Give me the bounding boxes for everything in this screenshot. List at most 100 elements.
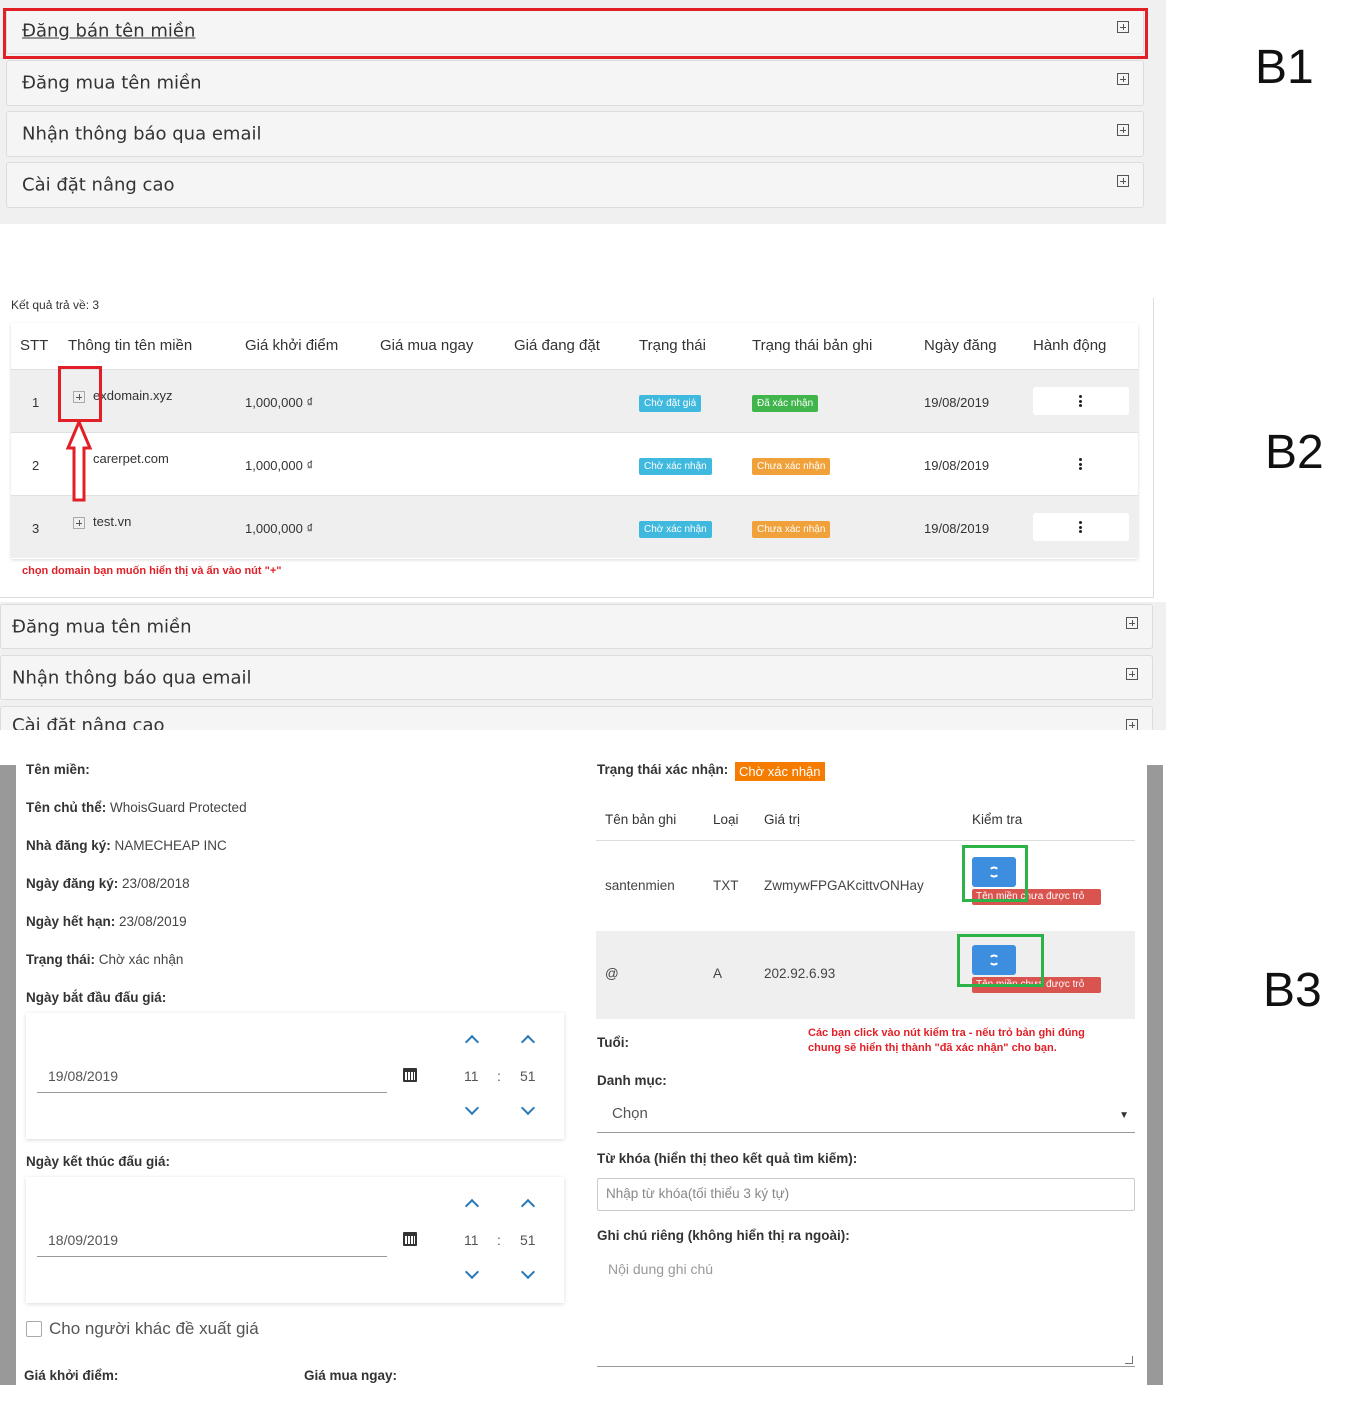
step-label-b1: B1 — [1255, 41, 1314, 94]
arrow-up-icon — [66, 420, 92, 502]
record-status-badge: Chưa xác nhận — [752, 521, 831, 538]
end-datetime-picker: 18/09/2019 11 : 51 — [26, 1177, 564, 1303]
minute-up-icon[interactable] — [520, 1198, 536, 1214]
expand-icon[interactable] — [1117, 175, 1129, 187]
record-status-badge: Chưa xác nhận — [752, 458, 831, 475]
more-vertical-icon — [1079, 458, 1082, 470]
expand-icon[interactable] — [1117, 124, 1129, 136]
age-label: Tuổi: — [597, 1035, 629, 1050]
col-header: STT — [20, 337, 49, 354]
row-index: 1 — [32, 395, 40, 410]
expand-row-icon[interactable] — [73, 517, 85, 529]
hour-value[interactable]: 11 — [464, 1068, 479, 1084]
col-header: Thông tin tên miền — [68, 337, 193, 354]
accordion-buy-title: Đăng mua tên miền — [12, 616, 192, 637]
step-label-b2: B2 — [1265, 426, 1324, 479]
minute-value[interactable]: 51 — [520, 1232, 536, 1248]
col-header: Loại — [713, 812, 739, 827]
accordion-advanced[interactable]: Cài đặt nâng cao — [0, 706, 1153, 730]
col-header: Trạng thái — [639, 337, 706, 354]
expand-icon[interactable] — [1126, 617, 1138, 629]
table-row: 3 test.vn 1,000,000 ₫ Chờ xác nhận Chưa … — [11, 495, 1138, 558]
table-row: 1 exdomain.xyz 1,000,000 ₫ Chờ đặt giá Đ… — [11, 369, 1138, 432]
domain-name: exdomain.xyz — [93, 388, 173, 403]
record-name: santenmien — [605, 878, 675, 893]
scroll-gutter — [0, 765, 16, 1385]
start-price: 1,000,000 ₫ — [245, 521, 314, 536]
col-header: Giá mua ngay — [380, 337, 474, 354]
end-date-input[interactable]: 18/09/2019 — [37, 1227, 387, 1257]
expand-icon[interactable] — [1126, 668, 1138, 680]
hint-text: Các bạn click vào nút kiểm tra - nếu trỏ… — [808, 1027, 1085, 1054]
time-separator: : — [497, 1068, 501, 1084]
expand-icon[interactable] — [1117, 73, 1129, 85]
accordion-advanced-title: Cài đặt nâng cao — [22, 174, 175, 196]
allow-offer-checkbox[interactable] — [26, 1321, 42, 1337]
domain-name: carerpet.com — [93, 451, 169, 466]
start-date-input[interactable]: 19/08/2019 — [37, 1063, 387, 1093]
keyword-input[interactable]: Nhập từ khóa(tối thiểu 3 ký tự) — [597, 1178, 1135, 1211]
hour-down-icon[interactable] — [464, 1100, 480, 1116]
hour-up-icon[interactable] — [464, 1034, 480, 1050]
scroll-gutter — [1147, 765, 1163, 1385]
domain-table: STT Thông tin tên miền Giá khởi điểm Giá… — [11, 323, 1138, 559]
row-index: 3 — [32, 521, 40, 536]
action-menu-button[interactable] — [1033, 387, 1129, 415]
category-select[interactable]: Chọn ▼ — [597, 1097, 1135, 1133]
hour-value[interactable]: 11 — [464, 1232, 479, 1248]
record-type: A — [713, 966, 723, 981]
expand-icon[interactable] — [1126, 719, 1138, 730]
time-separator: : — [497, 1232, 501, 1248]
minute-up-icon[interactable] — [520, 1034, 536, 1050]
highlight-box — [957, 934, 1044, 987]
hint-text: chọn domain bạn muốn hiển thị và ấn vào … — [22, 565, 282, 577]
start-datetime-picker: 19/08/2019 11 : 51 — [26, 1013, 564, 1139]
dns-record-row: santenmien TXT ZwmywFPGAKcittvONHay Tên … — [596, 843, 1135, 931]
accordion-email-notify[interactable]: Nhận thông báo qua email — [0, 655, 1153, 700]
highlight-box — [962, 845, 1028, 902]
row-index: 2 — [32, 458, 40, 473]
action-menu-button[interactable] — [1033, 450, 1129, 478]
buy-now-label: Giá mua ngay: — [304, 1368, 398, 1383]
col-header: Giá khởi điểm — [245, 337, 339, 354]
reg-date-field: Ngày đăng ký: 23/08/2018 — [26, 876, 190, 891]
accordion-advanced-title: Cài đặt nâng cao — [12, 715, 165, 730]
result-count: Kết quả trả về: 3 — [11, 298, 100, 312]
category-label: Danh mục: — [597, 1073, 667, 1088]
verify-status-label: Trạng thái xác nhận: — [597, 762, 729, 777]
step-label-b3: B3 — [1263, 964, 1322, 1017]
calendar-icon[interactable] — [403, 1232, 417, 1246]
calendar-icon[interactable] — [403, 1068, 417, 1082]
more-vertical-icon — [1079, 395, 1082, 407]
status-badge: Chờ xác nhận — [639, 521, 712, 538]
keyword-label: Từ khóa (hiển thị theo kết quả tìm kiếm)… — [597, 1151, 858, 1166]
divider — [596, 840, 1135, 841]
accordion-buy-domain[interactable]: Đăng mua tên miền — [6, 60, 1144, 106]
hour-up-icon[interactable] — [464, 1198, 480, 1214]
col-header: Giá đang đặt — [514, 337, 600, 354]
status-field: Trạng thái: Chờ xác nhận — [26, 952, 184, 967]
exp-date-field: Ngày hết hạn: 23/08/2019 — [26, 914, 187, 929]
status-badge: Chờ đặt giá — [639, 395, 702, 412]
domain-field: Tên miền: — [26, 762, 90, 777]
accordion-buy-domain[interactable]: Đăng mua tên miền — [0, 604, 1153, 649]
minute-down-icon[interactable] — [520, 1264, 536, 1280]
accordion-email-title: Nhận thông báo qua email — [22, 123, 262, 145]
record-type: TXT — [713, 878, 739, 893]
note-label: Ghi chú riêng (không hiển thị ra ngoài): — [597, 1228, 850, 1243]
hour-down-icon[interactable] — [464, 1264, 480, 1280]
minute-value[interactable]: 51 — [520, 1068, 536, 1084]
action-menu-button[interactable] — [1033, 513, 1129, 541]
verify-status-badge: Chờ xác nhận — [735, 762, 825, 781]
record-name: @ — [605, 966, 619, 981]
highlight-box — [3, 8, 1148, 59]
col-header: Ngày đăng — [924, 337, 997, 354]
panel-border — [1153, 298, 1154, 598]
minute-down-icon[interactable] — [520, 1100, 536, 1116]
accordion-email-notify[interactable]: Nhận thông báo qua email — [6, 111, 1144, 157]
post-date: 19/08/2019 — [924, 458, 990, 473]
resize-handle-icon[interactable] — [1125, 1356, 1133, 1364]
record-value: 202.92.6.93 — [764, 966, 836, 981]
accordion-advanced[interactable]: Cài đặt nâng cao — [6, 162, 1144, 208]
note-textarea[interactable]: Nội dung ghi chú — [597, 1253, 1135, 1367]
